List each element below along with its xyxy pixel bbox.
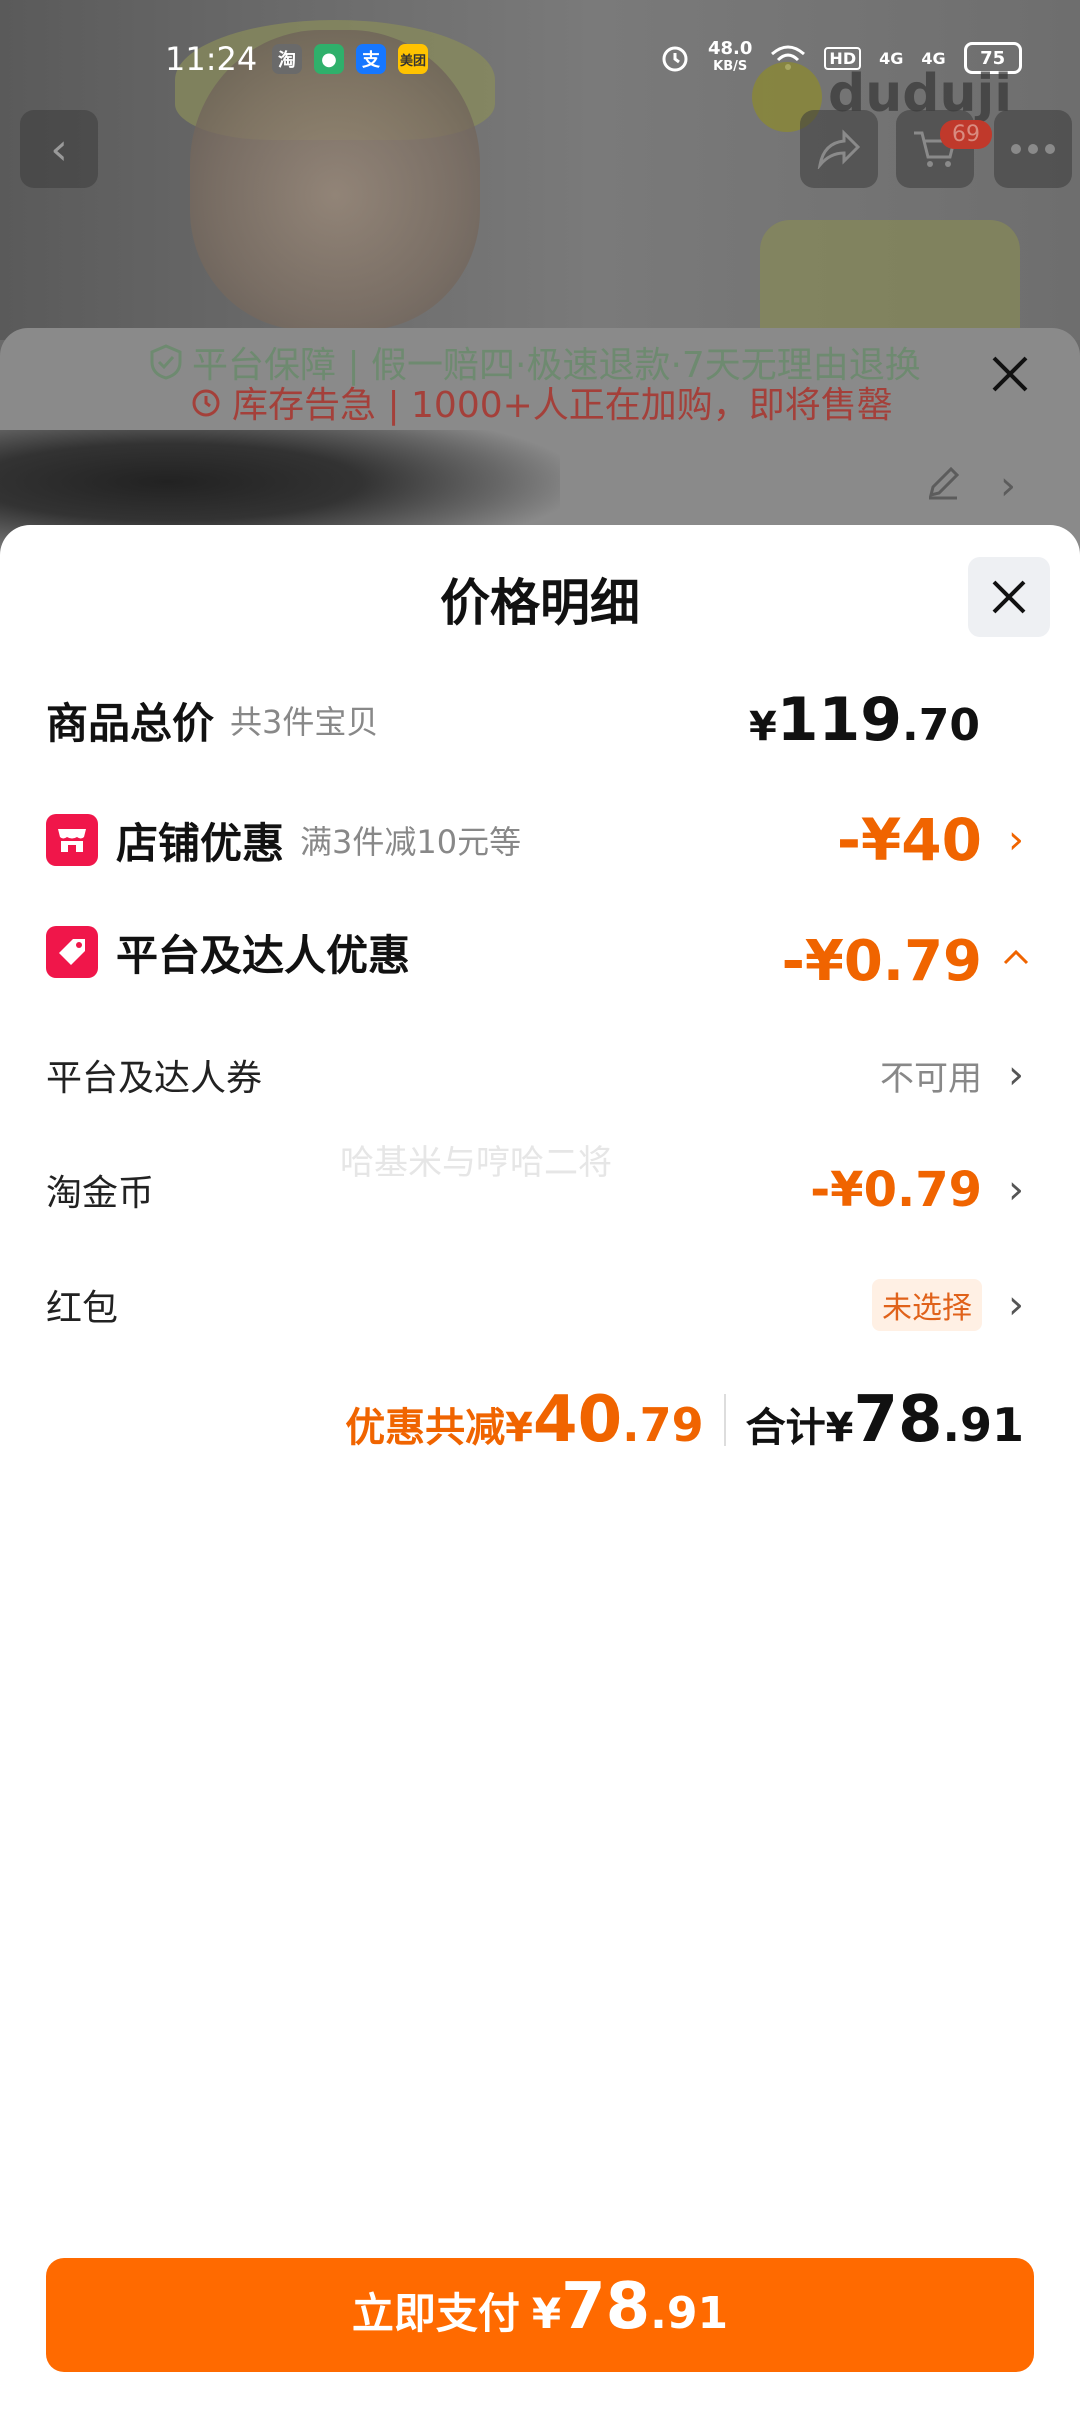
more-button[interactable] (994, 110, 1072, 188)
close-button[interactable] (968, 557, 1050, 637)
close-icon (992, 580, 1026, 614)
chevron-right-icon: › (1008, 817, 1024, 863)
stock-alert-line: 库存告急 | 1000+人正在加购，即将售罄 (190, 376, 893, 428)
platform-coupon-label: 平台及达人券 (46, 1058, 263, 1099)
chevron-right-icon[interactable]: › (1000, 463, 1016, 509)
status-app-icons: 淘 ● 支 美团 (272, 44, 428, 74)
shop-discount-row[interactable]: 店铺优惠 满3件减10元等 -¥40 › (46, 805, 1036, 875)
goods-total-row: 商品总价 共3件宝贝 ¥119.70 (46, 685, 1036, 755)
platform-discount-label: 平台及达人优惠 (116, 930, 411, 980)
divider (723, 1394, 726, 1446)
shop-icon (46, 814, 98, 866)
alipay-icon: 支 (356, 44, 386, 74)
grand-total-int: 78 (853, 1383, 943, 1457)
red-packet-status-badge: 未选择 (872, 1279, 982, 1331)
shield-icon (150, 344, 182, 380)
platform-discount-row[interactable]: 平台及达人优惠 -¥0.79 (46, 917, 1036, 994)
alarm-icon (662, 46, 688, 72)
shop-discount-label: 店铺优惠 (116, 818, 285, 868)
platform-coupon-row[interactable]: 平台及达人券 不可用 › (46, 1040, 1036, 1110)
goods-count: 共3件宝贝 (230, 703, 379, 741)
chevron-right-icon: › (1008, 1052, 1024, 1098)
tao-coins-row[interactable]: 淘金币 -¥0.79 › (46, 1155, 1036, 1225)
platform-discount-amount: -¥0.79 (782, 911, 1036, 994)
status-time: 11:24 (165, 40, 258, 78)
tag-icon (46, 926, 98, 978)
discount-total-int: 40 (533, 1383, 623, 1457)
tao-coins-amount: -¥0.79 › (810, 1162, 1036, 1218)
chat-app-icon: ● (314, 44, 344, 74)
grand-total-label: 合计¥ (745, 1405, 854, 1451)
red-packet-label: 红包 (46, 1288, 119, 1329)
tao-coins-label: 淘金币 (46, 1173, 155, 1214)
share-button[interactable] (800, 110, 878, 188)
goods-total-label: 商品总价 (46, 698, 215, 748)
chevron-right-icon: › (1008, 1282, 1024, 1328)
product-image-tshirt (760, 220, 1020, 340)
pay-button-int: 78 (561, 2270, 651, 2344)
back-button[interactable]: ‹ (20, 110, 98, 188)
chevron-right-icon: › (1008, 1167, 1024, 1213)
red-packet-row[interactable]: 红包 未选择 › (46, 1270, 1036, 1340)
pay-button-dec: .91 (650, 2288, 729, 2339)
cart-badge: 69 (940, 120, 992, 149)
grand-total-dec: .91 (942, 1398, 1025, 1452)
pay-button-yen: ¥ (531, 2289, 562, 2338)
goods-total-price: ¥119.70 (748, 685, 980, 755)
meituan-icon: 美团 (398, 44, 428, 74)
shop-discount-amount: -¥40 › (837, 806, 1036, 874)
close-icon[interactable] (990, 348, 1030, 404)
edit-icon[interactable] (925, 465, 961, 510)
shop-discount-rule: 满3件减10元等 (300, 823, 522, 861)
net-speed: 48.0 KB/S (708, 38, 753, 75)
chevron-up-icon (996, 932, 1036, 972)
pay-now-button[interactable]: 立即支付 ¥ 78 .91 (46, 2258, 1034, 2372)
sheet-title: 价格明细 (440, 574, 640, 632)
discount-total-dec: .79 (622, 1398, 704, 1452)
alarm-clock-icon (192, 389, 220, 417)
pay-button-label: 立即支付 (351, 2289, 520, 2338)
red-packet-value: 未选择 › (872, 1279, 1036, 1331)
discount-total-label: 优惠共减¥ (345, 1405, 534, 1451)
share-icon (817, 129, 861, 169)
price-summary: 优惠共减¥ 40 .79 合计¥ 78 .91 (345, 1383, 1024, 1457)
taobao-icon: 淘 (272, 44, 302, 74)
price-detail-sheet: 价格明细 商品总价 共3件宝贝 ¥119.70 店铺优惠 满3件减10元等 -¥… (0, 525, 1080, 2412)
more-icon (1011, 144, 1055, 154)
platform-coupon-value: 不可用 › (880, 1051, 1036, 1100)
